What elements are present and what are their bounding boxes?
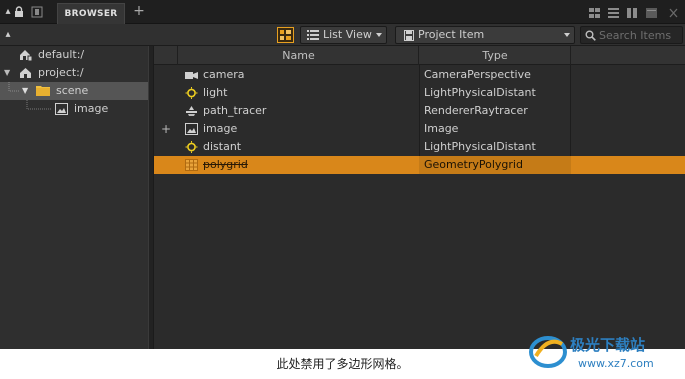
search-input[interactable]	[599, 28, 681, 42]
filter-label: Project Item	[418, 28, 485, 41]
layout-single-icon[interactable]	[646, 8, 657, 18]
add-tab-button[interactable]: +	[132, 4, 146, 18]
column-header-type[interactable]: Type	[420, 46, 571, 65]
table-row[interactable]: light LightPhysicalDistant	[154, 84, 685, 102]
watermark-logo: 极光下载站 www.xz7.com	[529, 336, 654, 370]
tree-item-image[interactable]: image	[0, 100, 148, 118]
browser-window: ▴ BROWSER + ▴ List View Project Item Sea…	[0, 0, 685, 349]
watermark-url: www.xz7.com	[578, 357, 654, 370]
tree-item-default[interactable]: default:/	[0, 46, 148, 64]
house-icon	[20, 68, 31, 78]
search-icon	[585, 30, 596, 41]
image-icon	[55, 103, 68, 115]
tree-item-label: project:/	[38, 66, 84, 79]
layout-quad-icon[interactable]	[589, 8, 600, 18]
header-expander-column	[154, 46, 178, 65]
row-name: camera	[203, 68, 245, 81]
pin-panel-icon[interactable]	[31, 6, 43, 18]
table-row-selected[interactable]: polygrid GeometryPolygrid	[154, 156, 685, 174]
light-icon	[185, 87, 198, 99]
chevron-down-icon	[564, 33, 570, 37]
row-name: image	[203, 122, 238, 135]
list-view-icon	[307, 30, 319, 40]
expand-arrow-icon[interactable]: ▼	[4, 64, 10, 82]
collapse-caret-icon[interactable]: ▴	[2, 29, 14, 41]
chevron-down-icon	[376, 33, 382, 37]
filter-dropdown[interactable]: Project Item	[395, 26, 575, 44]
layout-rows-icon[interactable]	[608, 8, 619, 18]
table-row[interactable]: + image Image	[154, 120, 685, 138]
view-mode-label: List View	[323, 28, 372, 41]
folder-icon	[36, 86, 50, 96]
search-field[interactable]	[580, 26, 683, 44]
row-name: light	[203, 86, 228, 99]
tab-browser[interactable]: BROWSER	[57, 3, 125, 24]
tree-item-label: scene	[56, 84, 89, 97]
row-name: path_tracer	[203, 104, 267, 117]
watermark-title: 极光下载站	[570, 336, 645, 354]
tree-item-project[interactable]: ▼ project:/	[0, 64, 148, 82]
row-type: LightPhysicalDistant	[424, 86, 536, 99]
row-type: Image	[424, 122, 459, 135]
camera-icon	[185, 72, 198, 79]
tab-bar: ▴ BROWSER +	[0, 0, 685, 24]
tree-connector-lines	[26, 100, 52, 110]
layout-columns-icon[interactable]	[627, 8, 638, 18]
tree-panel: default:/ ▼ project:/ ▼ scene image	[0, 46, 148, 349]
row-type: GeometryPolygrid	[424, 158, 523, 171]
expand-plus-icon[interactable]: +	[161, 120, 171, 138]
row-type: CameraPerspective	[424, 68, 531, 81]
thumbnail-toggle-icon[interactable]	[277, 27, 294, 43]
table-header: Name Type	[154, 46, 685, 65]
row-name: polygrid	[203, 158, 248, 171]
grid-icon	[185, 159, 198, 171]
tree-item-scene[interactable]: ▼ scene	[0, 82, 148, 100]
image-icon	[185, 123, 198, 135]
light-icon	[185, 141, 198, 153]
table-row[interactable]: distant LightPhysicalDistant	[154, 138, 685, 156]
tree-item-label: default:/	[38, 48, 85, 61]
view-mode-dropdown[interactable]: List View	[300, 26, 387, 44]
house-file-icon	[20, 50, 33, 61]
browser-toolbar: ▴ List View Project Item	[0, 24, 685, 46]
table-row[interactable]: camera CameraPerspective	[154, 66, 685, 84]
expand-arrow-icon[interactable]: ▼	[22, 82, 28, 100]
tree-item-label: image	[74, 102, 109, 115]
close-panel-icon[interactable]	[668, 8, 679, 18]
lock-icon[interactable]	[13, 6, 25, 18]
row-type: LightPhysicalDistant	[424, 140, 536, 153]
save-disk-icon	[404, 30, 414, 41]
column-header-name[interactable]: Name	[179, 46, 419, 65]
item-table: Name Type camera CameraPerspective light…	[154, 46, 685, 349]
row-type: RendererRaytracer	[424, 104, 528, 117]
renderer-icon	[186, 106, 197, 116]
row-name: distant	[203, 140, 242, 153]
table-row[interactable]: path_tracer RendererRaytracer	[154, 102, 685, 120]
